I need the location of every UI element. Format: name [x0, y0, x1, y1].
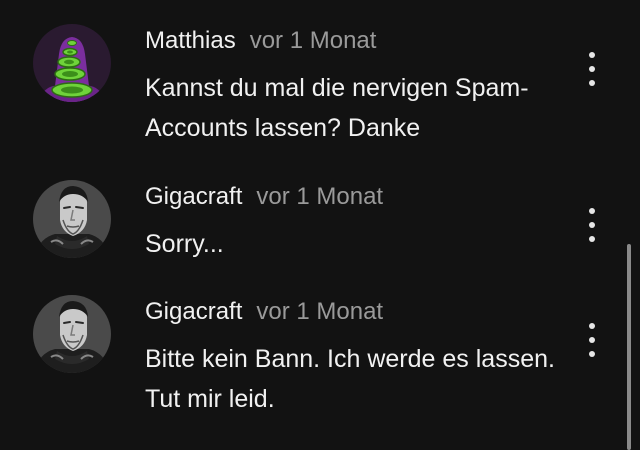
more-vertical-icon-dot [589, 222, 595, 228]
more-vertical-icon [589, 323, 595, 329]
comment-item: Matthias vor 1 Monat Kannst du mal die ne… [0, 0, 640, 165]
purple-tentacle-avatar-icon [33, 24, 111, 102]
avatar[interactable] [33, 24, 111, 102]
more-vertical-icon-dot [589, 66, 595, 72]
comment-text: Sorry... [145, 230, 224, 258]
more-vertical-icon-dot [589, 236, 595, 242]
more-vertical-icon-dot [589, 351, 595, 357]
comment-timestamp[interactable]: vor 1 Monat [256, 183, 383, 210]
comment-timestamp[interactable]: vor 1 Monat [250, 27, 377, 54]
more-vertical-icon [589, 52, 595, 58]
avatar[interactable] [33, 180, 111, 258]
comment-author[interactable]: Gigacraft [145, 183, 242, 210]
comment-author[interactable]: Matthias [145, 27, 236, 54]
comment-author[interactable]: Gigacraft [145, 298, 242, 325]
more-vertical-icon-dot [589, 337, 595, 343]
more-vertical-icon [589, 208, 595, 214]
more-options-button[interactable] [580, 208, 604, 242]
comment-text: Kannst du mal die nervigen Spam-Accounts… [145, 74, 529, 142]
comment-header: Matthias vor 1 Monat [145, 26, 376, 56]
avatar[interactable] [33, 295, 111, 373]
gigachad-avatar-icon [33, 180, 111, 258]
gigachad-avatar-icon [33, 295, 111, 373]
comment-header: Gigacraft vor 1 Monat [145, 297, 383, 327]
more-vertical-icon-dot [589, 80, 595, 86]
comment-header: Gigacraft vor 1 Monat [145, 182, 383, 212]
scrollbar[interactable] [627, 244, 631, 450]
more-options-button[interactable] [580, 52, 604, 86]
comment-item: Gigacraft vor 1 Monat Sorry... [0, 165, 640, 280]
more-options-button[interactable] [580, 323, 604, 357]
comment-text: Bitte kein Bann. Ich werde es lassen. Tu… [145, 345, 555, 413]
comment-item: Gigacraft vor 1 Monat Bitte kein Bann. Ic… [0, 280, 640, 450]
comment-timestamp[interactable]: vor 1 Monat [256, 298, 383, 325]
